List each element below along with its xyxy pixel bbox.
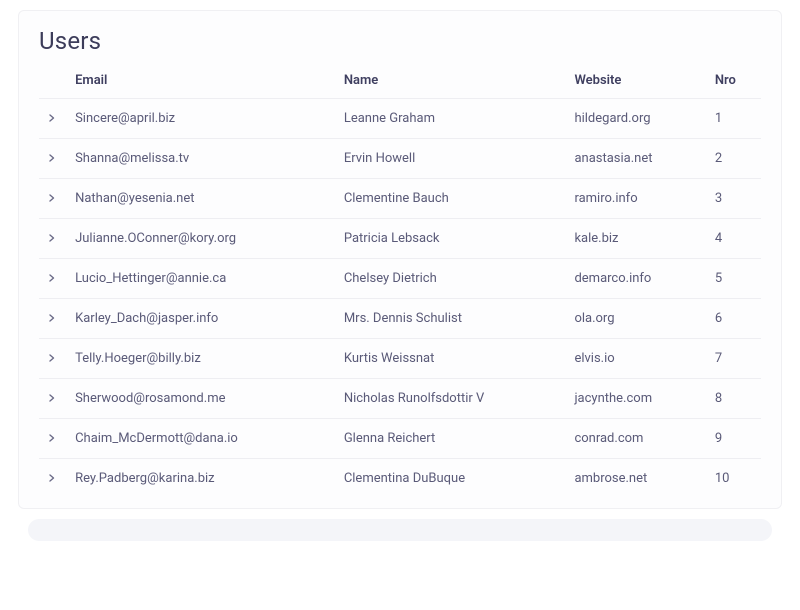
cell-website: ramiro.info	[568, 179, 708, 219]
table-row: Julianne.OConner@kory.orgPatricia Lebsac…	[39, 219, 761, 259]
footer-bar	[28, 519, 772, 541]
table-row: Chaim_McDermott@dana.ioGlenna Reichertco…	[39, 419, 761, 459]
table-row: Nathan@yesenia.netClementine Bauchramiro…	[39, 179, 761, 219]
users-table: Email Name Website Nro Sincere@april.biz…	[39, 65, 761, 498]
cell-email: Chaim_McDermott@dana.io	[69, 419, 338, 459]
cell-email: Lucio_Hettinger@annie.ca	[69, 259, 338, 299]
chevron-right-icon[interactable]	[45, 151, 59, 165]
cell-nro: 1	[709, 99, 761, 139]
cell-name: Mrs. Dennis Schulist	[338, 299, 569, 339]
cell-nro: 8	[709, 379, 761, 419]
chevron-right-icon[interactable]	[45, 311, 59, 325]
cell-name: Chelsey Dietrich	[338, 259, 569, 299]
cell-name: Clementina DuBuque	[338, 459, 569, 499]
cell-email: Nathan@yesenia.net	[69, 179, 338, 219]
cell-email: Telly.Hoeger@billy.biz	[69, 339, 338, 379]
page-title: Users	[39, 27, 761, 55]
cell-website: ola.org	[568, 299, 708, 339]
cell-website: kale.biz	[568, 219, 708, 259]
table-row: Sherwood@rosamond.meNicholas Runolfsdott…	[39, 379, 761, 419]
cell-nro: 9	[709, 419, 761, 459]
cell-website: anastasia.net	[568, 139, 708, 179]
cell-website: elvis.io	[568, 339, 708, 379]
cell-name: Nicholas Runolfsdottir V	[338, 379, 569, 419]
cell-email: Sincere@april.biz	[69, 99, 338, 139]
cell-website: demarco.info	[568, 259, 708, 299]
cell-email: Julianne.OConner@kory.org	[69, 219, 338, 259]
cell-nro: 3	[709, 179, 761, 219]
cell-nro: 4	[709, 219, 761, 259]
column-header-nro[interactable]: Nro	[709, 65, 761, 99]
cell-nro: 7	[709, 339, 761, 379]
cell-name: Patricia Lebsack	[338, 219, 569, 259]
cell-website: ambrose.net	[568, 459, 708, 499]
table-row: Karley_Dach@jasper.infoMrs. Dennis Schul…	[39, 299, 761, 339]
table-row: Shanna@melissa.tvErvin Howellanastasia.n…	[39, 139, 761, 179]
table-row: Sincere@april.bizLeanne Grahamhildegard.…	[39, 99, 761, 139]
column-header-website[interactable]: Website	[568, 65, 708, 99]
cell-website: conrad.com	[568, 419, 708, 459]
chevron-right-icon[interactable]	[45, 111, 59, 125]
column-header-expand	[39, 65, 69, 99]
column-header-email[interactable]: Email	[69, 65, 338, 99]
cell-name: Glenna Reichert	[338, 419, 569, 459]
chevron-right-icon[interactable]	[45, 191, 59, 205]
cell-email: Shanna@melissa.tv	[69, 139, 338, 179]
table-row: Lucio_Hettinger@annie.caChelsey Dietrich…	[39, 259, 761, 299]
cell-nro: 6	[709, 299, 761, 339]
cell-email: Karley_Dach@jasper.info	[69, 299, 338, 339]
cell-nro: 10	[709, 459, 761, 499]
cell-email: Rey.Padberg@karina.biz	[69, 459, 338, 499]
cell-email: Sherwood@rosamond.me	[69, 379, 338, 419]
cell-website: hildegard.org	[568, 99, 708, 139]
cell-nro: 5	[709, 259, 761, 299]
chevron-right-icon[interactable]	[45, 271, 59, 285]
table-header-row: Email Name Website Nro	[39, 65, 761, 99]
users-card: Users Email Name Website Nro Sincere@apr…	[18, 10, 782, 509]
table-row: Rey.Padberg@karina.bizClementina DuBuque…	[39, 459, 761, 499]
chevron-right-icon[interactable]	[45, 391, 59, 405]
chevron-right-icon[interactable]	[45, 471, 59, 485]
cell-name: Leanne Graham	[338, 99, 569, 139]
cell-name: Kurtis Weissnat	[338, 339, 569, 379]
column-header-name[interactable]: Name	[338, 65, 569, 99]
cell-nro: 2	[709, 139, 761, 179]
chevron-right-icon[interactable]	[45, 231, 59, 245]
chevron-right-icon[interactable]	[45, 431, 59, 445]
cell-name: Ervin Howell	[338, 139, 569, 179]
table-row: Telly.Hoeger@billy.bizKurtis Weissnatelv…	[39, 339, 761, 379]
cell-website: jacynthe.com	[568, 379, 708, 419]
cell-name: Clementine Bauch	[338, 179, 569, 219]
chevron-right-icon[interactable]	[45, 351, 59, 365]
